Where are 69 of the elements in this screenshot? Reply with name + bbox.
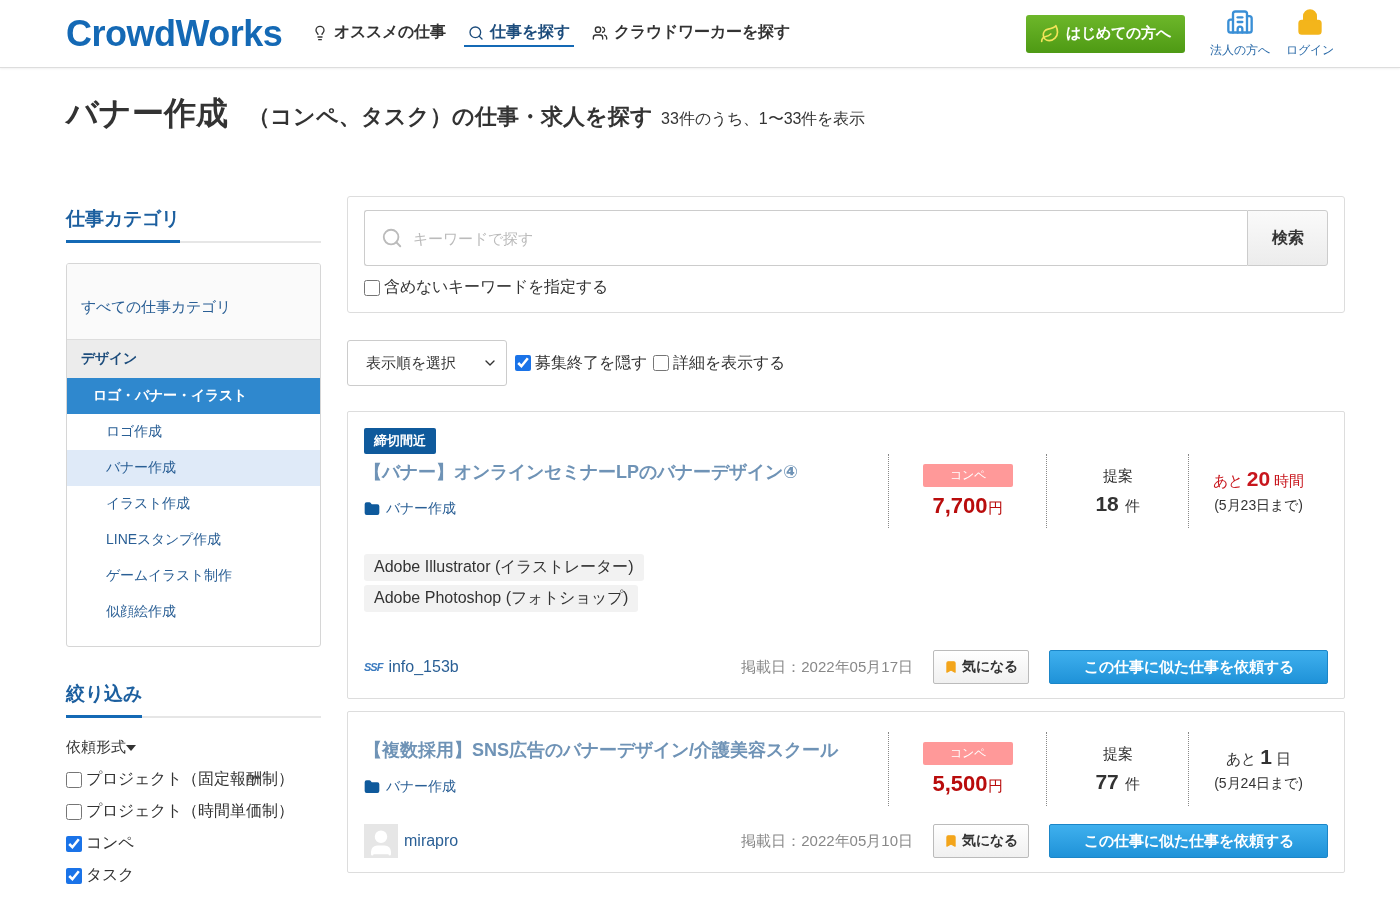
header-link[interactable]: ログイン xyxy=(1275,8,1345,59)
proposals-count: 18 件 xyxy=(1095,491,1140,516)
building-icon xyxy=(1226,8,1254,36)
filter-checkbox[interactable] xyxy=(66,771,82,788)
proposals-count: 77 件 xyxy=(1095,769,1140,794)
checkbox-label: 詳細を表示する xyxy=(673,352,785,373)
nav-link[interactable]: 仕事を探す xyxy=(464,20,575,47)
nav-link[interactable]: オススメの仕事 xyxy=(308,20,451,47)
result-count: 33件のうち、1〜33件を表示 xyxy=(661,109,866,129)
deadline-badge: 締切間近 xyxy=(364,428,436,454)
folder-icon xyxy=(364,779,380,795)
filter-checkbox[interactable] xyxy=(66,867,82,884)
checkbox-label: コンペ xyxy=(86,833,134,853)
bookmark-icon xyxy=(944,834,958,848)
posted-date: 掲載日：2022年05月17日 xyxy=(741,657,913,677)
details-checkbox[interactable] xyxy=(653,355,669,371)
category-link[interactable]: すべての仕事カテゴリ xyxy=(67,264,320,340)
logo[interactable]: CrowdWorks xyxy=(66,12,283,55)
checkbox-label: タスク xyxy=(86,865,134,885)
category-link[interactable]: バナー作成 xyxy=(364,778,888,796)
deadline-date: (5月24日まで) xyxy=(1214,775,1303,793)
filter-checkbox[interactable] xyxy=(66,835,82,852)
search-icon xyxy=(468,24,485,41)
job-type-tag: コンペ xyxy=(922,463,1013,487)
dropdown-caret-icon xyxy=(126,744,136,751)
time-remaining: あと 20 時間 xyxy=(1212,467,1305,491)
posted-date: 掲載日：2022年05月10日 xyxy=(741,831,913,851)
category-group[interactable]: デザイン xyxy=(67,340,320,378)
search-icon xyxy=(381,227,403,249)
client-name[interactable]: info_153b xyxy=(388,658,459,676)
leaf-icon xyxy=(1040,23,1060,44)
sort-select[interactable]: 表示順を選択 xyxy=(347,340,507,386)
skill-tag: Adobe Photoshop (フォトショップ) xyxy=(364,585,639,612)
client-logo: SSF xyxy=(364,661,383,673)
job-price: 5,500円 xyxy=(932,770,1003,797)
folder-icon xyxy=(364,501,380,517)
search-field[interactable]: キーワードで探す xyxy=(364,210,1247,266)
avatar-placeholder xyxy=(364,824,398,858)
client-name[interactable]: mirapro xyxy=(404,832,459,850)
exclude-checkbox[interactable] xyxy=(364,279,380,296)
page-title: バナー作成 xyxy=(66,94,228,133)
bookmark-icon xyxy=(944,660,958,674)
deadline-date: (5月23日まで) xyxy=(1214,497,1303,515)
skill-tag: Adobe Illustrator (イラストレーター) xyxy=(364,554,644,581)
page-subtitle: （コンペ、タスク）の仕事・求人を探す xyxy=(248,103,653,131)
proposals-label: 提案 xyxy=(1102,466,1133,486)
filter-group-label[interactable]: 依頼形式 xyxy=(66,738,126,757)
job-type-tag: コンペ xyxy=(922,741,1013,765)
lock-icon xyxy=(1296,8,1324,36)
header-link[interactable]: 法人の方へ xyxy=(1205,8,1275,59)
checkbox-label: プロジェクト（時間単価制） xyxy=(86,801,294,821)
search-button[interactable]: 検索 xyxy=(1247,210,1328,266)
checkbox-label: 含めないキーワードを指定する xyxy=(384,277,608,297)
bookmark-button[interactable]: 気になる xyxy=(933,824,1029,858)
nav-link[interactable]: クラウドワーカーを探す xyxy=(588,20,795,47)
filter-checkbox[interactable] xyxy=(66,803,82,820)
category-item[interactable]: バナー作成 xyxy=(67,450,320,486)
section-heading: 仕事カテゴリ xyxy=(66,206,180,243)
category-link[interactable]: バナー作成 xyxy=(364,500,888,518)
checkbox-label: プロジェクト（固定報酬制） xyxy=(86,769,294,789)
checkbox-label: 募集終了を隠す xyxy=(535,352,647,373)
bookmark-button[interactable]: 気になる xyxy=(933,650,1029,684)
proposals-label: 提案 xyxy=(1102,744,1133,764)
job-price: 7,700円 xyxy=(932,492,1003,519)
section-heading: 絞り込み xyxy=(66,681,142,718)
hide-closed-checkbox[interactable] xyxy=(515,355,531,371)
subcategory-item[interactable]: ロゴ・バナー・イラスト xyxy=(67,378,320,414)
time-remaining: あと 1 日 xyxy=(1226,745,1291,769)
users-icon xyxy=(592,24,609,41)
